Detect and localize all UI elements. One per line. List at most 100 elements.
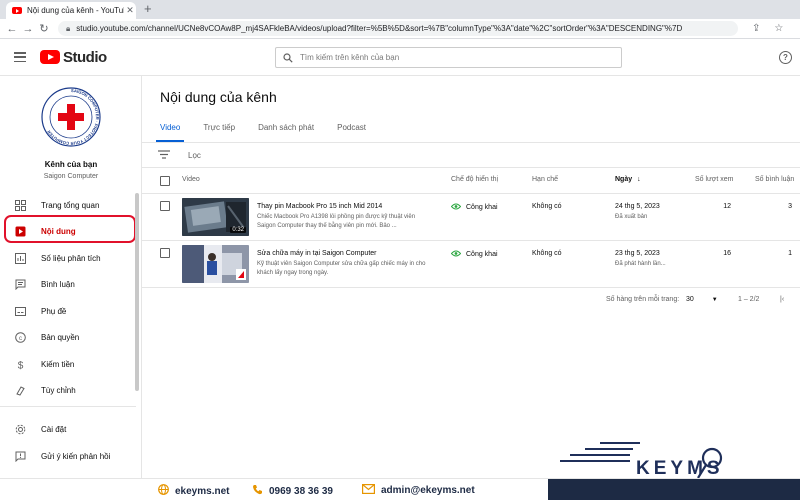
sidebar-item-label: Gửi ý kiến phản hồi bbox=[41, 451, 111, 461]
sidebar-item-monetization[interactable]: $ Kiếm tiền bbox=[0, 352, 142, 376]
back-icon[interactable]: ← bbox=[4, 23, 20, 35]
dashboard-icon bbox=[13, 198, 27, 212]
url-field[interactable]: 🔒︎ studio.youtube.com/channel/UCNe8vCOAw… bbox=[58, 21, 738, 36]
first-page-icon[interactable]: |‹ bbox=[780, 296, 784, 303]
sidebar-item-label: Trang tổng quan bbox=[41, 200, 100, 210]
sidebar-item-subtitles[interactable]: Phụ đề bbox=[0, 299, 142, 323]
help-icon[interactable]: ? bbox=[779, 51, 792, 64]
views-cell: 12 bbox=[723, 203, 731, 210]
rows-per-page-label: Số hàng trên mỗi trang: bbox=[606, 296, 680, 303]
phone-icon bbox=[252, 484, 263, 498]
studio-header: Studio ? bbox=[0, 39, 800, 76]
sidebar-item-label: Bản quyền bbox=[41, 332, 80, 342]
page-range: 1 – 2/2 bbox=[738, 296, 760, 303]
visibility-label: Công khai bbox=[466, 204, 498, 211]
search-input[interactable] bbox=[300, 53, 600, 62]
dropdown-arrow-icon: ▼ bbox=[711, 297, 718, 303]
footer-email: admin@ekeyms.net bbox=[362, 484, 475, 497]
filter-label[interactable]: Lọc bbox=[188, 151, 201, 160]
tab-video[interactable]: Video bbox=[155, 118, 185, 142]
logo-text: Studio bbox=[63, 48, 107, 66]
youtube-favicon-icon bbox=[12, 7, 22, 14]
footer-website: ekeyms.net bbox=[158, 484, 229, 498]
column-header-date[interactable]: Ngày ↓ bbox=[615, 176, 641, 183]
sidebar-item-customization[interactable]: Tùy chỉnh bbox=[0, 378, 142, 402]
brand-logo-text: KEYMS bbox=[636, 458, 724, 479]
video-duration: 0:32 bbox=[230, 227, 246, 233]
share-icon[interactable]: ⇪ bbox=[752, 23, 760, 34]
row-checkbox[interactable] bbox=[160, 248, 170, 258]
video-thumbnail[interactable]: 0:32 bbox=[182, 198, 249, 236]
filter-icon[interactable] bbox=[158, 146, 170, 164]
column-header-views[interactable]: Số lượt xem bbox=[695, 176, 733, 183]
video-thumbnail[interactable] bbox=[182, 245, 249, 283]
lock-icon: 🔒︎ bbox=[66, 23, 71, 33]
bookmark-star-icon[interactable]: ☆ bbox=[774, 23, 783, 34]
new-tab-icon[interactable]: + bbox=[144, 1, 152, 16]
url-text: studio.youtube.com/channel/UCNe8vCOAw8P_… bbox=[76, 24, 683, 33]
restriction-cell: Không có bbox=[532, 250, 562, 257]
sidebar-item-dashboard[interactable]: Trang tổng quan bbox=[0, 193, 142, 217]
comments-cell: 1 bbox=[788, 250, 792, 257]
feedback-icon bbox=[13, 449, 27, 463]
copyright-icon: c bbox=[13, 330, 27, 344]
globe-icon bbox=[158, 484, 169, 498]
studio-logo[interactable]: Studio bbox=[40, 49, 107, 66]
email-text: admin@ekeyms.net bbox=[381, 485, 475, 496]
sidebar-item-settings[interactable]: Cài đặt bbox=[0, 417, 142, 441]
video-title[interactable]: Thay pin Macbook Pro 15 inch Mid 2014 bbox=[257, 203, 382, 210]
filter-bar[interactable]: Lọc bbox=[142, 143, 800, 168]
video-title[interactable]: Sửa chữa máy in tại Saigon Computer bbox=[257, 250, 377, 257]
visibility-label: Công khai bbox=[466, 251, 498, 258]
reload-icon[interactable]: ↻ bbox=[36, 22, 52, 35]
footer-accent bbox=[548, 479, 800, 500]
monetization-icon: $ bbox=[13, 357, 27, 371]
column-header-comments[interactable]: Số bình luận bbox=[755, 176, 794, 183]
footer-phone: 0969 38 36 39 bbox=[252, 484, 333, 498]
date-status: Đã xuất bản bbox=[615, 214, 648, 220]
subtitles-icon bbox=[13, 304, 27, 318]
customization-icon bbox=[13, 383, 27, 397]
sidebar-item-copyright[interactable]: c Bản quyền bbox=[0, 325, 142, 349]
sidebar-item-label: Tùy chỉnh bbox=[41, 385, 76, 395]
visibility-cell[interactable]: Công khai bbox=[450, 250, 498, 259]
date-status: Đã phát hành lần... bbox=[615, 261, 666, 267]
select-all-checkbox[interactable] bbox=[160, 176, 170, 186]
tab-podcast[interactable]: Podcast bbox=[337, 118, 366, 142]
sidebar-item-analytics[interactable]: Số liệu phân tích bbox=[0, 246, 142, 270]
row-divider bbox=[142, 240, 800, 241]
row-checkbox[interactable] bbox=[160, 201, 170, 211]
avatar[interactable]: SAIGON COMPUTER · PROTECT YOUR COMPUTER bbox=[40, 86, 102, 148]
svg-text:$: $ bbox=[17, 360, 23, 370]
visibility-cell[interactable]: Công khai bbox=[450, 203, 498, 212]
youtube-logo-icon bbox=[40, 50, 60, 64]
search-box[interactable] bbox=[275, 47, 622, 68]
date-cell: 23 thg 5, 2023 bbox=[615, 250, 660, 257]
tab-playlists[interactable]: Danh sách phát bbox=[258, 118, 314, 142]
row-divider bbox=[142, 287, 800, 288]
sidebar-scrollbar[interactable] bbox=[135, 193, 139, 391]
sidebar-item-label: Kiếm tiền bbox=[41, 359, 75, 369]
date-header-label: Ngày bbox=[615, 176, 633, 183]
channel-name: Saigon Computer bbox=[43, 173, 99, 180]
promo-footer: ekeyms.net 0969 38 36 39 admin@ekeyms.ne… bbox=[0, 478, 800, 500]
sidebar-item-feedback[interactable]: Gửi ý kiến phản hồi bbox=[0, 444, 142, 468]
settings-icon bbox=[13, 422, 27, 436]
column-header-video: Video bbox=[182, 176, 200, 183]
date-cell: 24 thg 5, 2023 bbox=[615, 203, 660, 210]
forward-icon[interactable]: → bbox=[20, 23, 36, 35]
column-header-restrictions[interactable]: Hạn chế bbox=[532, 176, 558, 183]
tab-title: Nội dung của kênh - YouTube St bbox=[27, 6, 124, 15]
column-header-visibility[interactable]: Chế độ hiển thị bbox=[451, 176, 498, 183]
analytics-icon bbox=[13, 251, 27, 265]
sidebar: SAIGON COMPUTER · PROTECT YOUR COMPUTER … bbox=[0, 76, 142, 500]
close-tab-icon[interactable]: ✕ bbox=[124, 5, 136, 16]
sidebar-item-comments[interactable]: Bình luận bbox=[0, 272, 142, 296]
menu-icon[interactable] bbox=[14, 52, 26, 62]
browser-tab[interactable]: Nội dung của kênh - YouTube St ✕ bbox=[6, 2, 136, 19]
tab-live[interactable]: Trực tiếp bbox=[203, 118, 235, 142]
browser-tabbar: Nội dung của kênh - YouTube St ✕ + bbox=[0, 0, 800, 19]
eye-icon bbox=[450, 203, 462, 212]
rows-per-page-select[interactable]: 30 ▼ bbox=[686, 296, 718, 303]
mail-icon bbox=[362, 484, 376, 497]
